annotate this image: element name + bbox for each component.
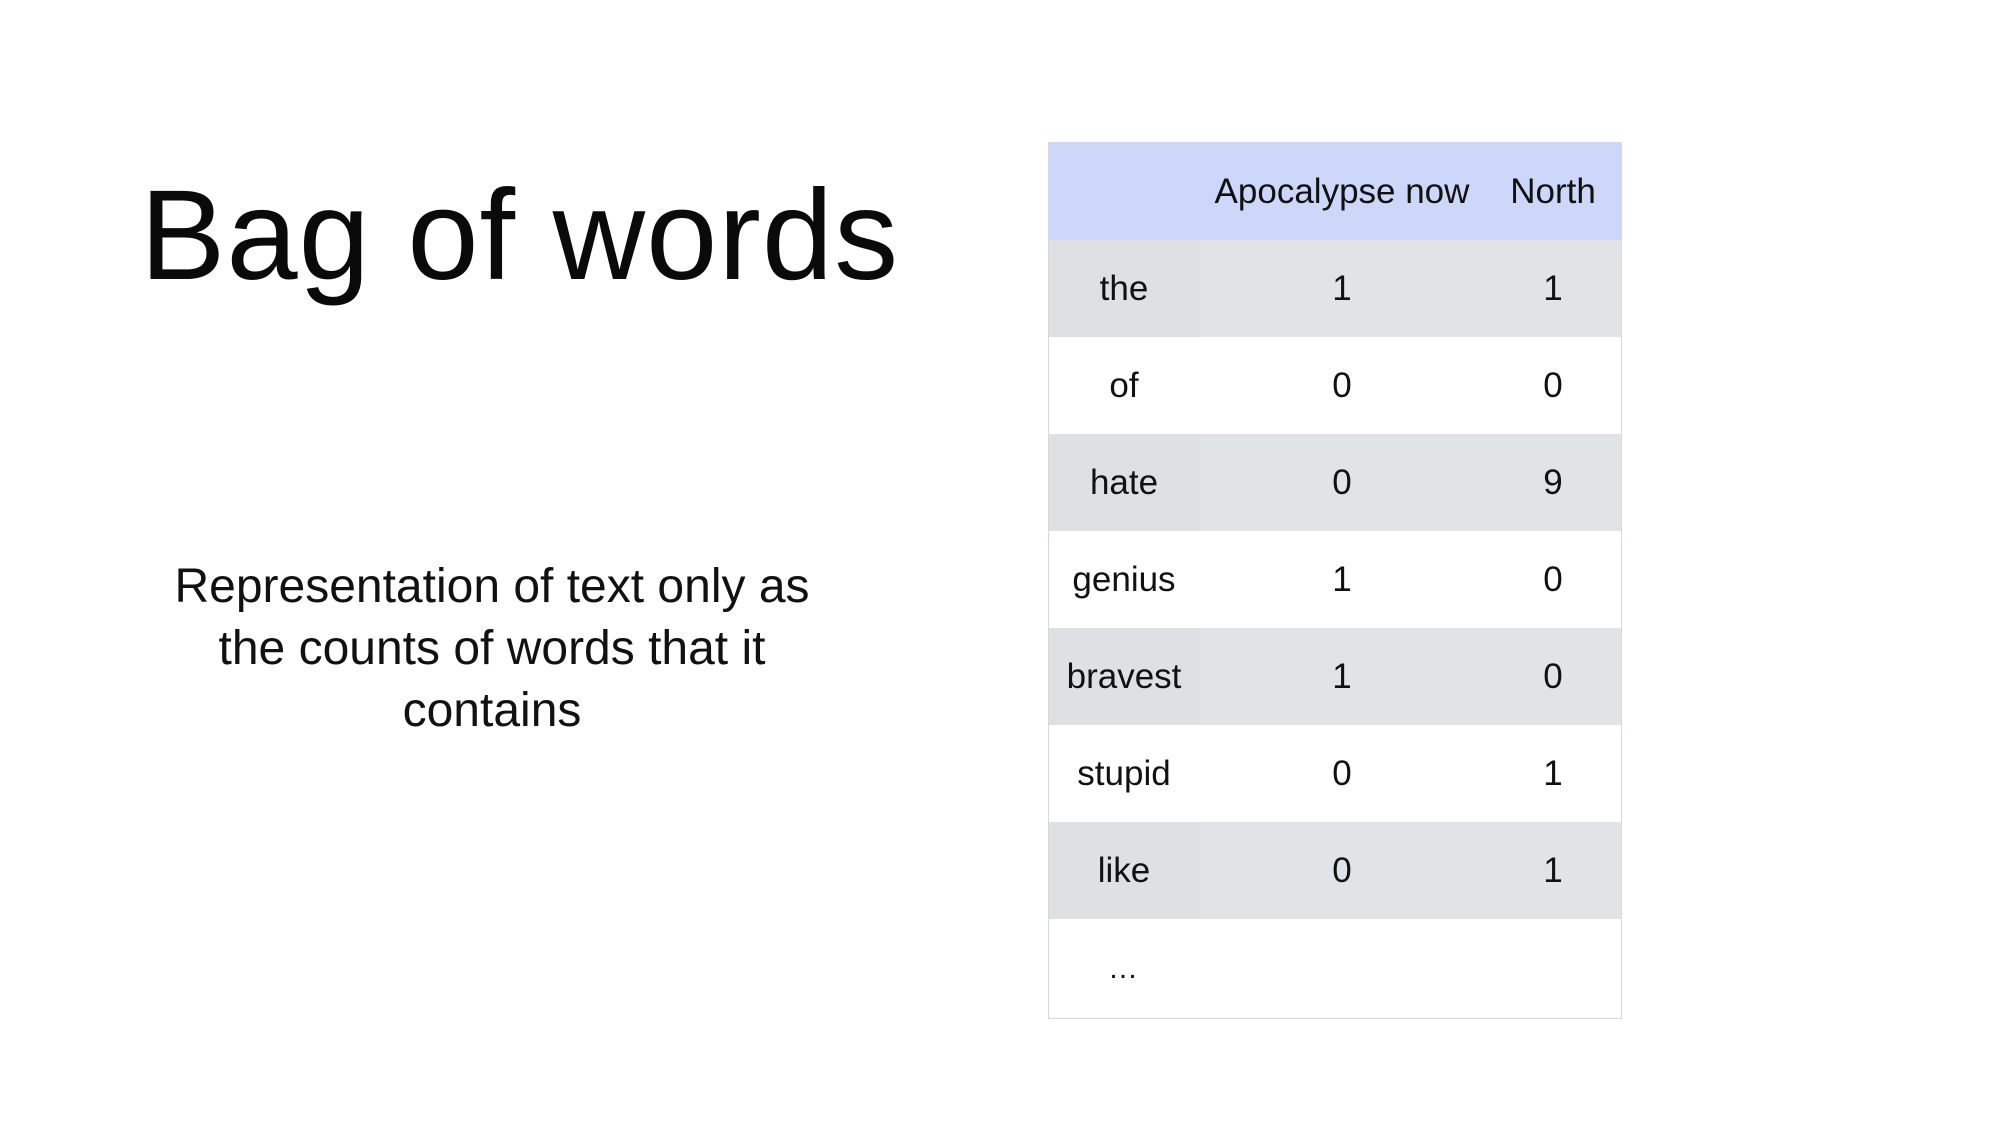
row-count-apocalypse-now: 0: [1332, 462, 1352, 502]
header-word-column: [1048, 142, 1200, 240]
row-word: bravest: [1048, 628, 1200, 725]
empty-cell: [1484, 919, 1622, 1019]
row-count-apocalypse-now: 0: [1332, 365, 1352, 405]
row-count-apocalypse-now: 1: [1332, 559, 1352, 599]
row-count-north: 0: [1543, 559, 1563, 599]
row-word: stupid: [1077, 753, 1171, 793]
row-word: of: [1109, 365, 1139, 405]
row-count-north: 0: [1543, 365, 1563, 405]
word-count-table: Apocalypse now North the 1 1 of 0 0 hate…: [1048, 142, 1622, 1019]
header-apocalypse-now: Apocalypse now: [1214, 171, 1470, 211]
row-count-apocalypse-now: 1: [1332, 656, 1352, 696]
table-header-row: Apocalypse now North: [1048, 142, 1622, 240]
table-row: hate 0 9: [1048, 434, 1622, 531]
row-word: genius: [1072, 559, 1176, 599]
empty-cell: [1200, 919, 1484, 1019]
row-count-apocalypse-now: 1: [1332, 268, 1352, 308]
table-row: stupid 0 1: [1048, 725, 1622, 822]
row-count-apocalypse-now: 0: [1332, 850, 1352, 890]
slide-title: Bag of words: [140, 164, 900, 307]
row-word: the: [1048, 240, 1200, 337]
table-row: genius 1 0: [1048, 531, 1622, 628]
table-ellipsis-row: …: [1048, 919, 1622, 1019]
header-north: North: [1510, 171, 1596, 211]
row-word: hate: [1048, 434, 1200, 531]
row-count-north: 9: [1543, 462, 1563, 502]
ellipsis-cell: …: [1048, 919, 1200, 1019]
table-row: of 0 0: [1048, 337, 1622, 434]
row-count-apocalypse-now: 0: [1332, 753, 1352, 793]
table-row: like 0 1: [1048, 822, 1622, 919]
row-count-north: 0: [1543, 656, 1563, 696]
table-row: the 1 1: [1048, 240, 1622, 337]
slide-body-text: Representation of text only as the count…: [174, 560, 810, 737]
row-count-north: 1: [1543, 268, 1563, 308]
table-row: bravest 1 0: [1048, 628, 1622, 725]
row-count-north: 1: [1543, 753, 1563, 793]
row-count-north: 1: [1543, 850, 1563, 890]
row-word: like: [1048, 822, 1200, 919]
